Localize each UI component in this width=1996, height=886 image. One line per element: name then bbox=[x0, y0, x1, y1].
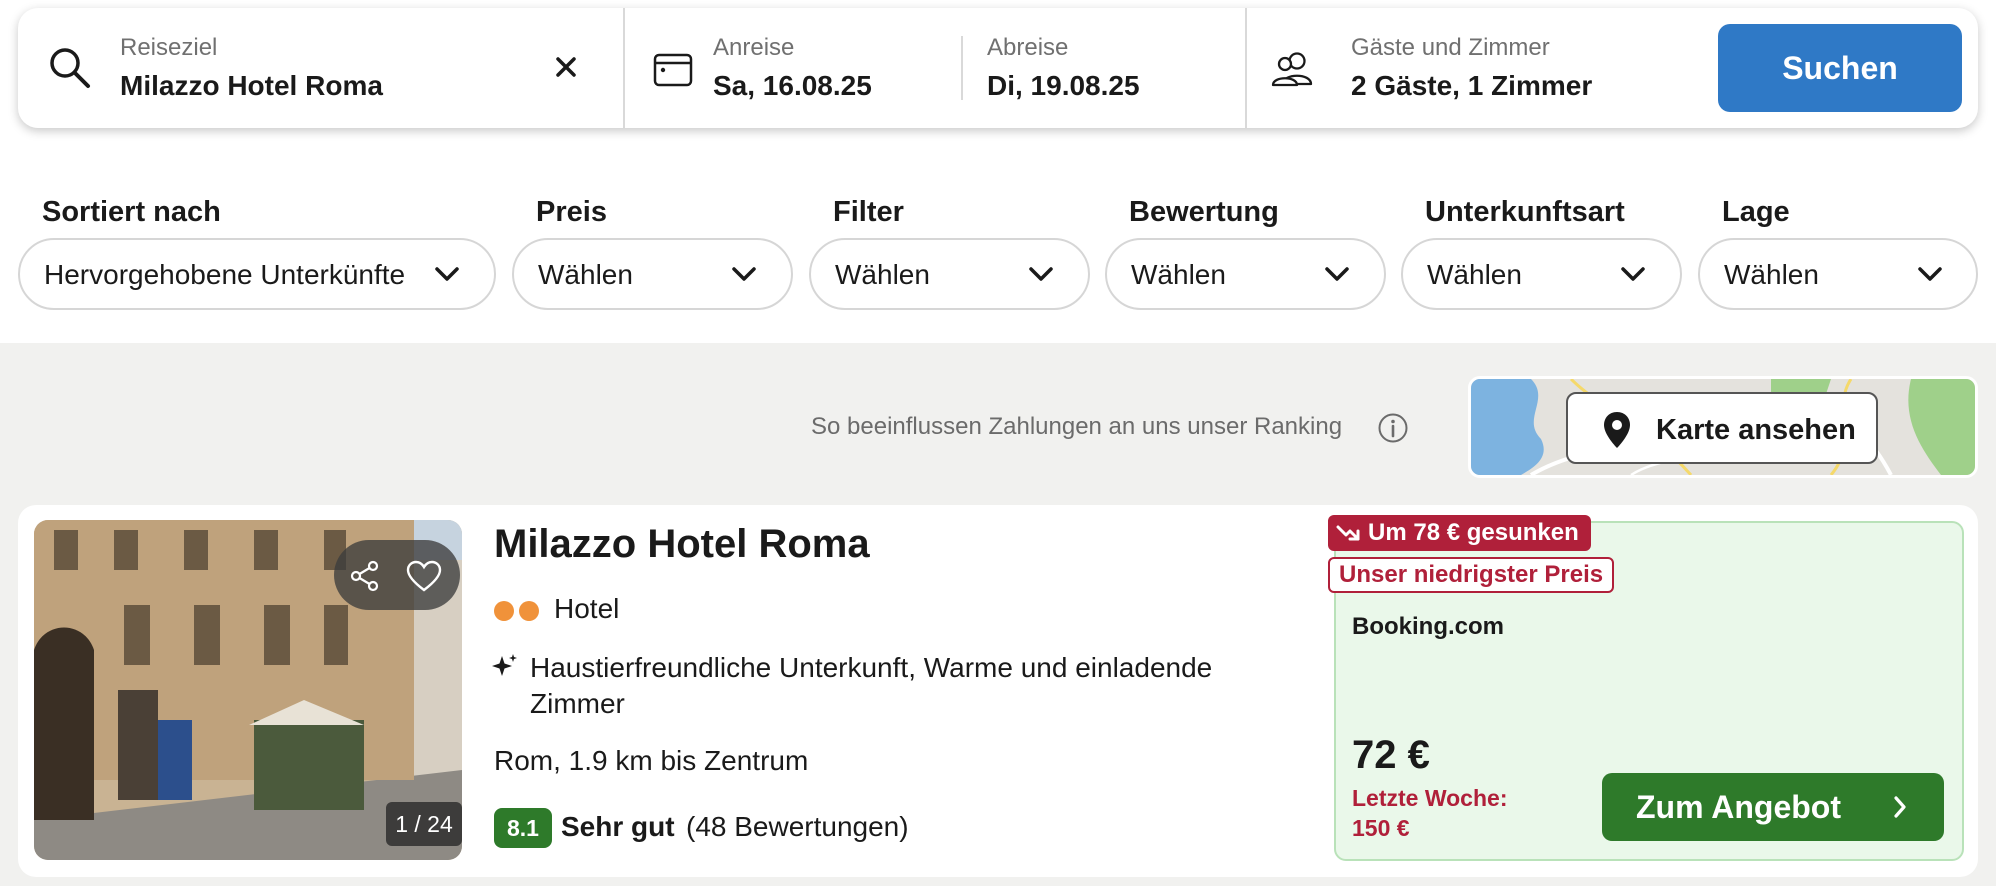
share-icon[interactable] bbox=[350, 560, 380, 592]
search-bar: Reiseziel Milazzo Hotel Roma Anreise Sa,… bbox=[18, 8, 1978, 128]
guests-field[interactable]: Gäste und Zimmer 2 Gäste, 1 Zimmer bbox=[1247, 8, 1697, 128]
star-rating-dots bbox=[494, 601, 539, 621]
price-drop-text: Um 78 € gesunken bbox=[1368, 519, 1579, 546]
guests-value[interactable]: 2 Gäste, 1 Zimmer bbox=[1351, 70, 1592, 102]
checkout-label: Abreise bbox=[987, 34, 1069, 61]
price-drop-badge: Um 78 € gesunken bbox=[1328, 515, 1591, 551]
filter-label: Bewertung bbox=[1129, 196, 1279, 228]
chevron-down-icon bbox=[732, 267, 756, 281]
chevron-down-icon bbox=[1325, 267, 1349, 281]
ranking-note[interactable]: So beeinflussen Zahlungen an uns unser R… bbox=[811, 413, 1342, 441]
dropdown-value: Hervorgehobene Unterkünfte bbox=[44, 259, 406, 290]
destination-field[interactable]: Reiseziel Milazzo Hotel Roma bbox=[18, 8, 625, 128]
filter-label: Unterkunftsart bbox=[1425, 196, 1625, 228]
location-dropdown[interactable]: Wählen bbox=[1698, 238, 1978, 310]
guests-icon bbox=[1271, 52, 1313, 87]
guests-label: Gäste und Zimmer bbox=[1351, 34, 1550, 61]
checkin-value[interactable]: Sa, 16.08.25 bbox=[713, 70, 872, 102]
hotel-name[interactable]: Milazzo Hotel Roma bbox=[494, 522, 870, 567]
photo-counter: 1 / 24 bbox=[386, 802, 462, 846]
chevron-down-icon bbox=[1029, 267, 1053, 281]
dropdown-value: Wählen bbox=[835, 259, 930, 290]
filter-label: Preis bbox=[536, 196, 607, 228]
deal-button[interactable]: Zum Angebot bbox=[1602, 773, 1944, 841]
hotel-result-card[interactable]: 1 / 24 Milazzo Hotel Roma Hotel Haustier… bbox=[18, 505, 1978, 877]
view-map-button[interactable]: Karte ansehen bbox=[1566, 392, 1878, 464]
search-icon bbox=[50, 48, 90, 88]
filter-label: Filter bbox=[833, 196, 904, 228]
hotel-location: Rom, 1.9 km bis Zentrum bbox=[494, 745, 809, 776]
dropdown-value: Wählen bbox=[1427, 259, 1522, 290]
hotel-type: Hotel bbox=[554, 593, 620, 624]
hotel-photo[interactable]: 1 / 24 bbox=[34, 520, 462, 860]
deal-button-label: Zum Angebot bbox=[1636, 789, 1841, 825]
checkout-value[interactable]: Di, 19.08.25 bbox=[987, 70, 1140, 102]
close-icon bbox=[556, 57, 576, 77]
filter-label: Lage bbox=[1722, 196, 1790, 228]
lowest-price-badge: Unser niedrigster Preis bbox=[1328, 557, 1615, 593]
provider-name: Booking.com bbox=[1352, 613, 1505, 640]
hotel-highlights: Haustierfreundliche Unterkunft, Warme un… bbox=[530, 652, 1213, 719]
rating-dropdown[interactable]: Wählen bbox=[1105, 238, 1386, 310]
dates-field: Anreise Sa, 16.08.25 Abreise Di, 19.08.2… bbox=[625, 8, 1247, 128]
trending-down-icon bbox=[1336, 525, 1360, 541]
search-button[interactable]: Suchen bbox=[1718, 24, 1962, 112]
view-map-label: Karte ansehen bbox=[1656, 414, 1856, 446]
price-dropdown[interactable]: Wählen bbox=[512, 238, 793, 310]
filter-dropdown[interactable]: Wählen bbox=[809, 238, 1090, 310]
calendar-icon bbox=[653, 53, 693, 87]
info-icon[interactable] bbox=[1377, 412, 1409, 444]
heart-icon[interactable] bbox=[406, 560, 442, 592]
chevron-down-icon bbox=[1918, 267, 1942, 281]
sparkle-icon bbox=[492, 654, 517, 676]
date-divider bbox=[961, 36, 963, 100]
rating-count[interactable]: (48 Bewertungen) bbox=[686, 811, 909, 843]
rating-score-badge: 8.1 bbox=[494, 808, 552, 848]
accommodation-type-dropdown[interactable]: Wählen bbox=[1401, 238, 1682, 310]
price: 72 € bbox=[1352, 733, 1430, 777]
map-pin-icon bbox=[1604, 412, 1630, 448]
sort-dropdown[interactable]: Hervorgehobene Unterkünfte bbox=[18, 238, 496, 310]
dropdown-value: Wählen bbox=[1131, 259, 1226, 290]
photo-actions bbox=[334, 540, 460, 610]
chevron-down-icon bbox=[435, 267, 459, 281]
checkin-label: Anreise bbox=[713, 34, 795, 61]
clear-destination-button[interactable] bbox=[551, 52, 581, 82]
dropdown-value: Wählen bbox=[538, 259, 633, 290]
chevron-down-icon bbox=[1621, 267, 1645, 281]
rating-word: Sehr gut bbox=[561, 811, 675, 842]
filter-label: Sortiert nach bbox=[42, 196, 221, 228]
chevron-right-icon bbox=[1894, 796, 1906, 818]
destination-value[interactable]: Milazzo Hotel Roma bbox=[120, 70, 383, 102]
dropdown-value: Wählen bbox=[1724, 259, 1819, 290]
destination-label: Reiseziel bbox=[120, 34, 218, 61]
last-week-price: Letzte Woche: 150 € bbox=[1352, 785, 1508, 841]
